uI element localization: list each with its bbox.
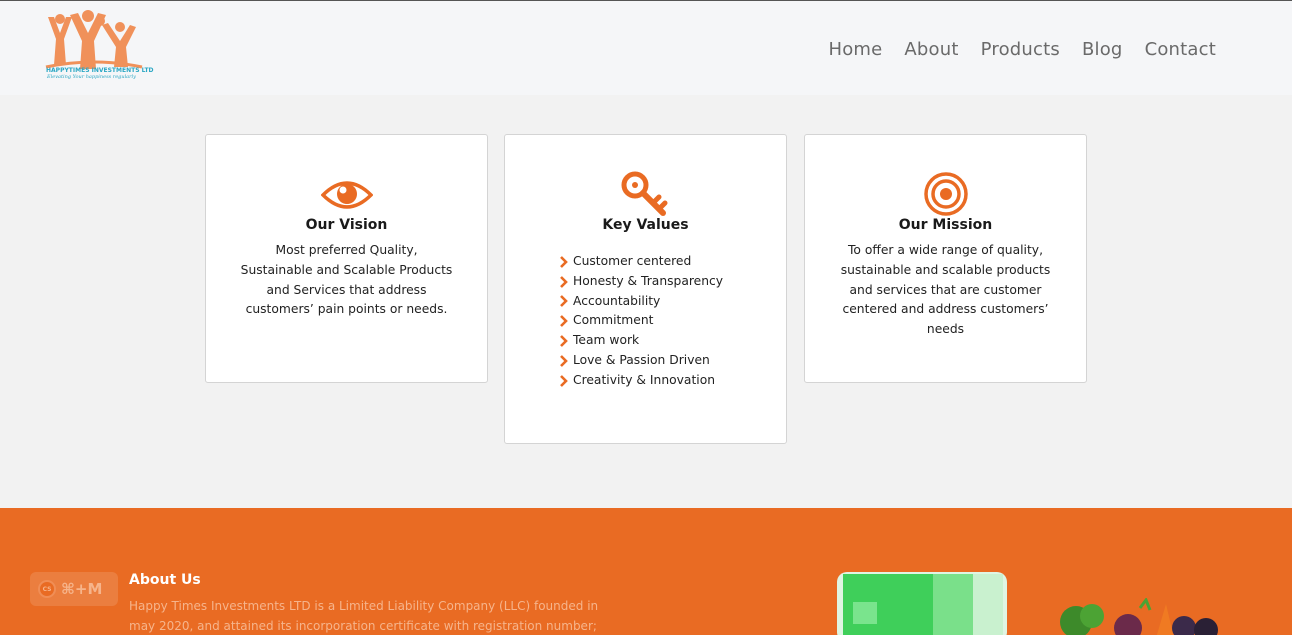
list-item: Commitment [559, 311, 723, 331]
target-icon [923, 172, 968, 216]
list-item: Team work [559, 331, 723, 351]
value-label: Accountability [573, 293, 661, 308]
chevron-right-icon [560, 335, 568, 347]
nav-contact[interactable]: Contact [1145, 39, 1216, 60]
about-section: CS ⌘+M About Us Happy Times Investments … [0, 508, 1292, 635]
shortcut-label: ⌘+M [61, 580, 103, 598]
list-item: Love & Passion Driven [559, 351, 723, 371]
chevron-right-icon [560, 354, 568, 367]
key-values-card: Key Values Customer centered Honesty & T… [504, 134, 787, 444]
eye-icon [320, 181, 373, 209]
mission-text: To offer a wide range of quality, sustai… [840, 243, 1051, 337]
value-label: Love & Passion Driven [573, 352, 710, 367]
about-text: Happy Times Investments LTD is a Limited… [129, 599, 599, 633]
vegetables-image [1060, 598, 1218, 635]
nav-blog[interactable]: Blog [1082, 39, 1123, 60]
value-label: Commitment [573, 313, 654, 328]
key-icon [621, 171, 667, 216]
green-drink-image [837, 572, 1007, 635]
list-item: Honesty & Transparency [559, 272, 723, 292]
mission-card: Our Mission To offer a wide range of qua… [804, 134, 1087, 383]
vision-text: Most preferred Quality, Sustainable and … [240, 243, 453, 317]
value-label: Creativity & Innovation [573, 372, 716, 387]
site-header: HAPPYTIMES INVESTMENTS LTD Elevating You… [0, 0, 1292, 95]
shortcut-badge[interactable]: CS ⌘+M [30, 572, 118, 606]
value-label: Team work [573, 333, 640, 348]
chevron-right-icon [560, 374, 568, 387]
cs-logo-icon: CS [38, 580, 56, 598]
nav-about[interactable]: About [904, 39, 958, 60]
value-label: Customer centered [573, 254, 692, 268]
main-nav: Home About Products Blog Contact [806, 39, 1216, 60]
list-item: Creativity & Innovation [559, 371, 723, 391]
about-title: About Us [129, 572, 201, 588]
list-item: Accountability [559, 292, 723, 312]
chevron-right-icon [560, 255, 568, 268]
nav-home[interactable]: Home [828, 39, 882, 60]
vision-card: Our Vision Most preferred Quality, Susta… [205, 134, 488, 383]
chevron-right-icon [560, 315, 568, 328]
key-values-title: Key Values [602, 217, 689, 233]
chevron-right-icon [560, 295, 568, 308]
logo-tagline: Elevating Your happiness regularly [47, 74, 136, 80]
list-item: Customer centered [559, 252, 723, 272]
nav-products[interactable]: Products [981, 39, 1060, 60]
mission-title: Our Mission [898, 217, 993, 233]
vision-title: Our Vision [305, 217, 388, 233]
key-values-list: Customer centered Honesty & Transparency… [559, 252, 723, 391]
value-label: Honesty & Transparency [573, 273, 724, 288]
chevron-right-icon [560, 275, 568, 288]
logo-text: HAPPYTIMES INVESTMENTS LTD [46, 67, 154, 74]
